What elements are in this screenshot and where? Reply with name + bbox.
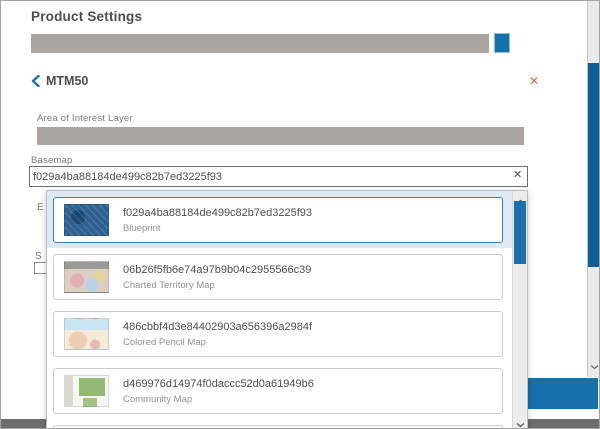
list-item-charted-territory[interactable]: 06b26f5fb6e74a97b9b04c2955566c39 Charted… [47, 248, 527, 305]
occluded-field-label-e: E [37, 202, 44, 213]
item-id: 06b26f5fb6e74a97b9b04c2955566c39 [123, 264, 311, 276]
item-name: Blueprint [123, 223, 312, 234]
basemap-input[interactable] [29, 166, 528, 187]
window-scrollbar-thumb[interactable] [588, 63, 600, 267]
charted-territory-thumbnail [64, 261, 109, 293]
item-name: Colored Pencil Map [123, 337, 312, 348]
window-scrollbar[interactable] [587, 1, 600, 377]
blue-swatch[interactable] [494, 33, 510, 53]
dropdown-scrollbar-thumb[interactable] [514, 201, 526, 264]
blueprint-thumbnail [64, 204, 109, 236]
colored-pencil-thumbnail [64, 318, 109, 350]
aoi-layer-label: Area of Interest Layer [37, 113, 133, 124]
chevron-left-icon [31, 75, 46, 87]
primary-action-button[interactable] [522, 378, 598, 409]
community-map-thumbnail [64, 375, 109, 407]
clear-input-icon[interactable]: ✕ [513, 170, 522, 181]
back-link[interactable]: MTM50 [31, 74, 88, 88]
basemap-label: Basemap [31, 155, 73, 166]
page-title: Product Settings [31, 9, 142, 24]
close-icon[interactable]: ✕ [529, 75, 539, 87]
list-item-partial[interactable] [47, 419, 527, 429]
scrollbar-down-icon[interactable] [590, 357, 599, 375]
list-item-blueprint[interactable]: f029a4ba88184de499c82b7ed3225f93 Bluepri… [47, 191, 527, 248]
item-id: 486cbbf4d3e84402903a656396a2984f [123, 321, 312, 333]
list-item-colored-pencil[interactable]: 486cbbf4d3e84402903a656396a2984f Colored… [47, 305, 527, 362]
product-settings-window: Product Settings MTM50 ✕ Area of Interes… [0, 0, 600, 429]
basemap-dropdown: f029a4ba88184de499c82b7ed3225f93 Bluepri… [46, 190, 528, 429]
item-name: Community Map [123, 394, 314, 405]
redacted-content-bar [31, 34, 489, 53]
aoi-layer-value-bar[interactable] [37, 127, 524, 145]
item-name: Charted Territory Map [123, 280, 311, 291]
list-item-community-map[interactable]: d469976d14974f0daccc52d0a61949b6 Communi… [47, 362, 527, 419]
scroll-down-icon[interactable] [516, 415, 525, 429]
back-link-label: MTM50 [46, 74, 88, 88]
occluded-field-label-s: S [35, 251, 42, 262]
dropdown-scrollbar[interactable] [512, 191, 527, 429]
item-id: f029a4ba88184de499c82b7ed3225f93 [123, 207, 312, 219]
item-id: d469976d14974f0daccc52d0a61949b6 [123, 378, 314, 390]
